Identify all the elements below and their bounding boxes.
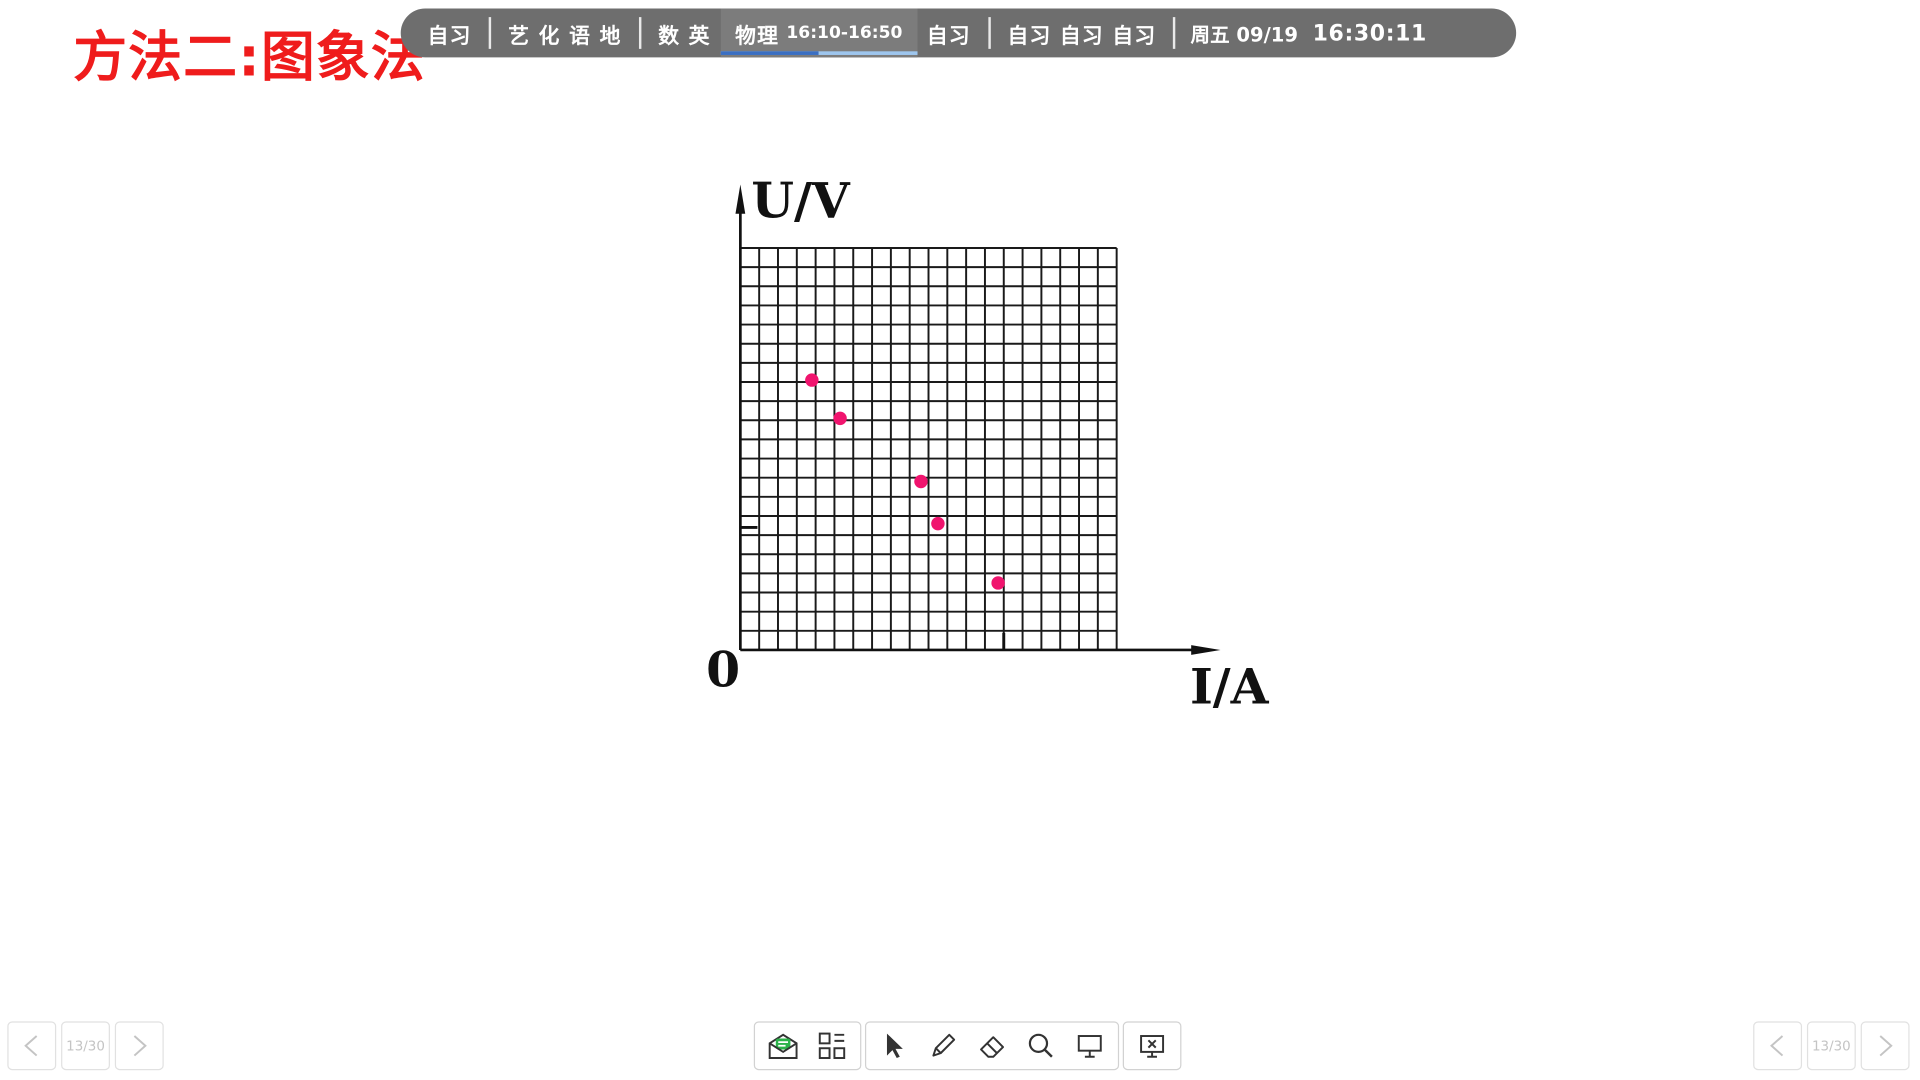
mailbox-button[interactable]: [759, 1024, 808, 1068]
close-slideshow-button[interactable]: [1128, 1024, 1177, 1068]
y-axis-arrow: [735, 184, 746, 214]
pointer-button[interactable]: [870, 1024, 919, 1068]
next-page-button[interactable]: [1860, 1021, 1910, 1071]
presentation-icon: [1077, 1035, 1102, 1058]
x-axis-arrow: [1191, 645, 1221, 655]
toolbar-group-exit: [1122, 1021, 1182, 1071]
prev-page-button[interactable]: [7, 1021, 57, 1071]
mailbox-icon: [768, 1033, 798, 1059]
page-indicator[interactable]: 13/30: [1806, 1021, 1856, 1071]
x-axis-label: I/A: [1190, 658, 1270, 716]
apps-grid-button[interactable]: [808, 1024, 857, 1068]
data-point: [833, 411, 847, 426]
eraser-button[interactable]: [968, 1024, 1017, 1068]
magnifier-icon: [1028, 1033, 1053, 1058]
apps-grid-icon: [818, 1032, 846, 1059]
y-axis-label: U/V: [751, 171, 850, 229]
whiteboard-stage: 方法二:图象法 自习 艺 化 语 地 数 英 物理 16:10-16:50 自习…: [0, 0, 1915, 1080]
next-page-button[interactable]: [114, 1021, 164, 1071]
pen-icon: [932, 1033, 956, 1057]
origin-label: 0: [706, 641, 740, 699]
pointer-icon: [886, 1033, 903, 1059]
prev-page-button[interactable]: [1753, 1021, 1803, 1071]
presentation-button[interactable]: [1065, 1024, 1114, 1068]
close-slideshow-icon: [1140, 1035, 1165, 1058]
pen-button[interactable]: [919, 1024, 968, 1068]
data-point: [931, 516, 945, 531]
data-point: [914, 474, 928, 489]
page-nav-right: 13/30: [1753, 1021, 1910, 1071]
data-point: [991, 576, 1005, 590]
eraser-icon: [980, 1036, 1005, 1058]
chevron-left-icon: [1770, 1035, 1784, 1057]
page-nav-left: 13/30: [7, 1021, 164, 1071]
toolbar-group-drawing: [864, 1021, 1120, 1071]
graph-grid: [739, 247, 1118, 651]
magnifier-button[interactable]: [1016, 1024, 1065, 1068]
chevron-right-icon: [133, 1035, 147, 1057]
chevron-left-icon: [24, 1035, 38, 1057]
page-indicator[interactable]: 13/30: [61, 1021, 110, 1071]
annotation-toolbar: [753, 1021, 1182, 1071]
data-point: [805, 373, 819, 387]
chevron-right-icon: [1879, 1035, 1893, 1057]
toolbar-group-apps: [753, 1021, 862, 1071]
u-i-graph: U/V I/A 0: [706, 171, 1270, 716]
